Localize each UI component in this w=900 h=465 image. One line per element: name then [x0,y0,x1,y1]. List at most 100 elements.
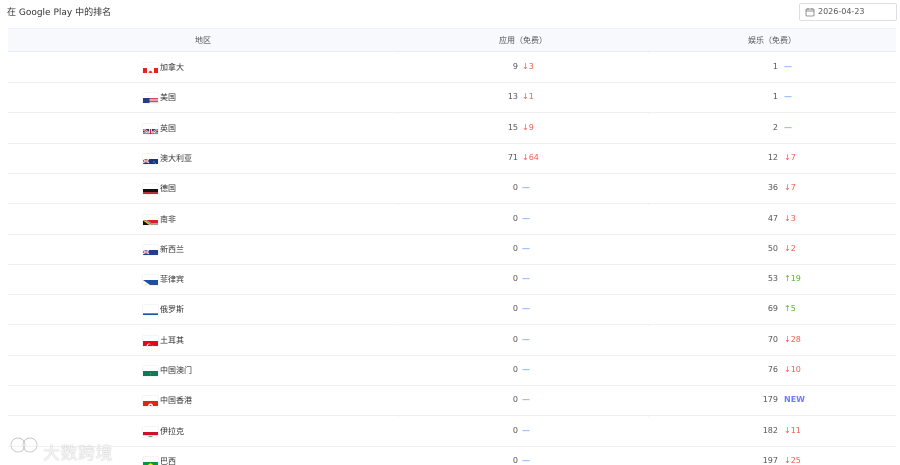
entertainment-rank: 1 [772,92,778,102]
arrow-down-icon: ↓ [784,455,791,465]
dash-icon: — [522,365,530,374]
entertainment-rank: 36 [767,183,778,193]
region-cell: 南非 [8,205,398,235]
region-cell: 英国 [8,114,398,144]
dash-icon: — [784,62,792,71]
iraq-flag-icon [143,427,158,437]
table-row: 中国香港 0—179 NEW [8,386,896,417]
app-rank: 0 [512,304,518,314]
entertainment-free-rank-cell: 12 ↓7 [648,153,896,165]
arrow-up-icon: ↑ [784,274,791,284]
arrow-down-icon: ↓ [522,152,529,162]
entertainment-free-rank-cell: 179 NEW [648,395,896,407]
table-row: 菲律宾 0 — 53 ↑19 [8,265,896,296]
south-africa-flag-icon [143,215,158,225]
dash-icon: — [522,274,530,284]
arrow-down-icon: ↓ [522,62,529,71]
arrow-up-icon: ↑ [784,304,791,314]
turkey-flag-icon [143,336,158,346]
entertainment-free-rank-cell: 197 ↓25 [648,456,896,465]
region-name: 加拿大 [160,63,184,72]
app-free-rank-cell: 0— [398,395,648,407]
region-name: 土耳其 [160,335,184,345]
canada-flag-icon [143,63,158,73]
hong-kong-flag-icon [143,396,158,407]
app-free-rank-cell: 0— [398,335,648,347]
table-row: 英国 15 ↓9 2— [8,113,896,144]
arrow-down-icon: ↓ [522,92,529,102]
page: 在 Google Play 中的排名 2026-04-23 地区 应用（免费） … [0,0,900,465]
region-name: 菲律宾 [160,275,184,285]
rank-change: ↓10 [784,365,801,374]
region-name: 澳大利亚 [160,153,192,163]
table-header: 地区 应用（免费） 娱乐（免费） [8,28,896,52]
app-rank: 15 [507,122,518,132]
app-free-rank-cell: 0— [398,426,648,438]
app-rank: 13 [507,92,518,102]
rank-change: ↓64 [522,152,539,162]
app-free-rank-cell: 9 ↓3 [398,62,648,74]
dash-icon: — [522,183,530,193]
column-entertainment-free: 娱乐（免费） [748,36,796,45]
entertainment-rank: 182 [762,425,778,435]
arrow-down-icon: ↓ [784,365,791,374]
entertainment-free-rank-cell: 69 ↑5 [648,304,896,316]
region-cell: 巴西 [8,447,398,465]
entertainment-free-rank-cell: 182 ↓11 [648,426,896,438]
app-free-rank-cell: 0— [398,304,648,316]
app-free-rank-cell: 0— [398,365,648,377]
dash-icon: — [522,334,530,344]
entertainment-free-rank-cell: 53 ↑19 [648,274,896,286]
entertainment-rank: 69 [767,304,778,314]
russia-flag-icon [143,305,158,316]
app-rank: 0 [512,365,518,374]
page-title: 在 Google Play 中的排名 [7,8,112,18]
app-free-rank-cell: 0— [398,456,648,465]
rank-change: ↓7 [784,152,796,162]
arrow-down-icon: ↓ [784,152,791,162]
arrow-down-icon: ↓ [784,243,791,253]
germany-flag-icon [143,184,158,195]
dash-icon: — [522,213,530,223]
brazil-flag-icon [143,457,158,465]
rank-change: ↓1 [522,92,534,102]
entertainment-rank: 50 [767,243,778,253]
entertainment-free-rank-cell: 36 ↓7 [648,183,896,195]
new-badge: NEW [784,395,805,405]
app-rank: 0 [512,395,518,405]
entertainment-free-rank-cell: 50 ↓2 [648,244,896,256]
table-row: 巴西 0—197 ↓25 [8,446,896,465]
region-name: 德国 [160,184,176,194]
app-rank: 0 [512,274,518,284]
date-value: 2026-04-23 [818,7,865,16]
app-rank: 0 [512,243,518,253]
region-cell: 中国香港 [8,386,398,416]
entertainment-free-rank-cell: 76 ↓10 [648,365,896,377]
rank-change: ↑19 [784,274,801,284]
table-row: 美国 13 ↓1 1— [8,83,896,114]
entertainment-rank: 2 [772,122,778,132]
table-row: 中国澳门 0—76 ↓10 [8,356,896,386]
app-free-rank-cell: 0— [398,244,648,256]
australia-flag-icon [143,154,158,164]
dash-icon: — [522,304,530,314]
entertainment-rank: 197 [762,455,778,465]
app-rank: 0 [512,334,518,344]
region-name: 中国香港 [160,396,192,406]
arrow-down-icon: ↓ [784,183,791,193]
region-name: 南非 [160,214,176,224]
date-picker[interactable]: 2026-04-23 [799,3,897,21]
app-rank: 0 [512,183,518,193]
arrow-down-icon: ↓ [784,334,791,344]
app-free-rank-cell: 71 ↓64 [398,153,648,165]
app-free-rank-cell: 0— [398,183,648,195]
ranking-table: 地区 应用（免费） 娱乐（免费） 加拿大 9 ↓3 1— 美国 13 ↓1 1— 英国 15 ↓9 2… [8,26,896,465]
entertainment-free-rank-cell: 1— [648,62,896,74]
table-row: 加拿大 9 ↓3 1— [8,53,896,83]
region-cell: 新西兰 [8,235,398,265]
app-rank: 0 [512,455,518,465]
usa-flag-icon [143,93,158,104]
app-rank: 9 [512,62,518,71]
entertainment-rank: 1 [772,62,778,71]
column-region: 地区 [195,36,211,45]
